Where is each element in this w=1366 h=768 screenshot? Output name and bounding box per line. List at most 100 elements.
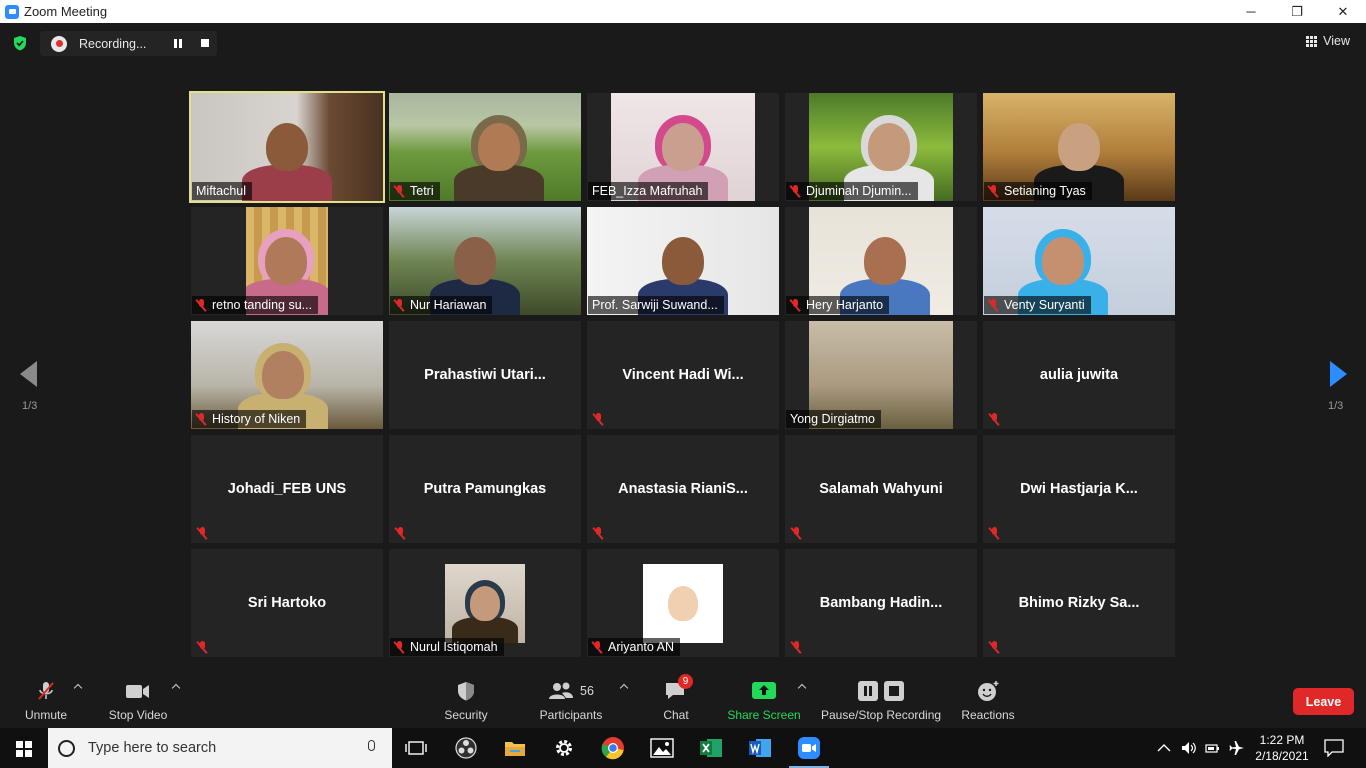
participant-tile[interactable]: Ariyanto AN: [587, 549, 779, 657]
page-indicator-right: 1/3: [1328, 400, 1344, 412]
muted-microphone-icon: [989, 413, 999, 425]
airplane-mode-icon[interactable]: [1229, 740, 1245, 756]
participant-tile[interactable]: History of Niken: [191, 321, 383, 429]
participant-tile[interactable]: Tetri: [389, 93, 581, 201]
close-button[interactable]: ✕: [1320, 0, 1366, 23]
participant-tile[interactable]: Johadi_FEB UNS: [191, 435, 383, 543]
participant-tile[interactable]: Sri Hartoko: [191, 549, 383, 657]
taskbar-time: 1:22 PM: [1259, 733, 1305, 747]
leave-button[interactable]: Leave: [1293, 688, 1354, 715]
system-tray: [1157, 728, 1245, 768]
pause-stop-recording-button[interactable]: Pause/Stop Recording: [821, 680, 941, 725]
previous-page-arrow-icon[interactable]: [20, 361, 37, 387]
voice-search-icon[interactable]: [368, 740, 375, 751]
participants-label: Participants: [539, 708, 603, 722]
taskbar-search-box[interactable]: Type here to search: [48, 728, 392, 768]
settings-gear-icon[interactable]: [552, 736, 576, 760]
participant-tile[interactable]: Anastasia RianiS...: [587, 435, 779, 543]
participants-count: 56: [580, 684, 594, 698]
participant-tile[interactable]: Yong Dirgiatmo: [785, 321, 977, 429]
word-icon[interactable]: [748, 736, 772, 760]
pause-recording-icon[interactable]: [174, 39, 182, 48]
participant-tile[interactable]: Nurul Istiqomah: [389, 549, 581, 657]
chrome-browser-icon[interactable]: [601, 736, 625, 760]
participants-icon: [549, 682, 574, 699]
audio-options-chevron-icon[interactable]: [73, 683, 83, 693]
cortana-icon: [58, 739, 75, 757]
unmute-label: Unmute: [24, 708, 68, 722]
participant-name: Putra Pamungkas: [423, 481, 547, 497]
muted-microphone-icon: [989, 527, 999, 539]
participant-name: Salamah Wahyuni: [819, 481, 943, 497]
participant-tile[interactable]: Prahastiwi Utari...: [389, 321, 581, 429]
participant-name-label: Nur Hariawan: [390, 296, 493, 314]
participant-name: Vincent Hadi Wi...: [622, 367, 744, 383]
participant-name: Miftachul: [196, 184, 247, 198]
stop-recording-icon[interactable]: [201, 39, 209, 47]
participant-tile[interactable]: Hery Harjanto: [785, 207, 977, 315]
participant-tile[interactable]: FEB_Izza Mafruhah: [587, 93, 779, 201]
participant-tile[interactable]: Setianing Tyas: [983, 93, 1175, 201]
show-hidden-icons-chevron-icon[interactable]: [1157, 743, 1171, 753]
participant-tile[interactable]: Salamah Wahyuni: [785, 435, 977, 543]
participant-name-label: retno tanding su...: [192, 296, 319, 314]
unmute-button[interactable]: Unmute: [22, 680, 70, 725]
participant-tile[interactable]: Miftachul: [189, 91, 385, 203]
minimize-button[interactable]: ─: [1228, 0, 1274, 23]
muted-microphone-icon: [592, 641, 602, 653]
participant-tile[interactable]: Bhimo Rizky Sa...: [983, 549, 1175, 657]
participant-tile[interactable]: Nur Hariawan: [389, 207, 581, 315]
muted-microphone-icon: [790, 299, 800, 311]
volume-icon[interactable]: [1181, 741, 1197, 755]
zoom-taskbar-icon[interactable]: [789, 736, 829, 768]
task-view-icon[interactable]: [404, 736, 428, 760]
grid-view-icon: [1306, 35, 1318, 47]
share-screen-icon: [752, 682, 776, 699]
windows-start-icon[interactable]: [16, 741, 32, 757]
security-button[interactable]: Security: [443, 680, 489, 725]
muted-microphone-icon: [790, 185, 800, 197]
file-explorer-icon[interactable]: [503, 736, 527, 760]
encryption-shield-icon[interactable]: [12, 35, 28, 51]
chat-label: Chat: [663, 708, 689, 722]
stop-video-button[interactable]: Stop Video: [107, 680, 169, 725]
muted-microphone-icon: [395, 527, 405, 539]
participant-tile[interactable]: Vincent Hadi Wi...: [587, 321, 779, 429]
participant-tile[interactable]: retno tanding su...: [191, 207, 383, 315]
reactions-button[interactable]: Reactions: [961, 680, 1015, 725]
share-options-chevron-icon[interactable]: [797, 683, 807, 693]
notifications-icon[interactable]: [1322, 736, 1346, 760]
participant-tile[interactable]: Putra Pamungkas: [389, 435, 581, 543]
restore-button[interactable]: ❐: [1274, 0, 1320, 23]
chat-button[interactable]: 9 Chat: [660, 674, 693, 725]
participant-tile[interactable]: Bambang Hadin...: [785, 549, 977, 657]
window-title: Zoom Meeting: [24, 4, 108, 19]
participant-tile[interactable]: Dwi Hastjarja K...: [983, 435, 1175, 543]
excel-icon[interactable]: [699, 736, 723, 760]
profile-photo: [445, 564, 525, 643]
taskbar-clock[interactable]: 1:22 PM 2/18/2021: [1254, 732, 1310, 764]
security-label: Security: [444, 708, 488, 722]
view-button[interactable]: View: [1306, 34, 1350, 48]
participant-tile[interactable]: Venty Suryanti: [983, 207, 1175, 315]
power-plug-icon[interactable]: [1205, 742, 1221, 754]
recording-indicator: Recording...: [40, 31, 217, 56]
photos-app-icon[interactable]: [650, 736, 674, 760]
participant-tile[interactable]: aulia juwita: [983, 321, 1175, 429]
participant-tile[interactable]: Djuminah Djumin...: [785, 93, 977, 201]
next-page-arrow-icon[interactable]: [1330, 361, 1347, 387]
security-shield-icon: [458, 682, 474, 701]
profile-photo: [643, 564, 723, 643]
participant-tile[interactable]: Prof. Sarwiji Suwand...: [587, 207, 779, 315]
share-screen-button[interactable]: Share Screen: [727, 680, 801, 725]
participant-name-label: Nurul Istiqomah: [390, 638, 504, 656]
participant-name-label: Miftachul: [192, 182, 253, 200]
participants-options-chevron-icon[interactable]: [619, 683, 629, 693]
obs-studio-icon[interactable]: [454, 736, 478, 760]
participant-name-label: Yong Dirgiatmo: [786, 410, 882, 428]
muted-microphone-icon: [196, 299, 206, 311]
participants-button[interactable]: 56 Participants: [538, 680, 604, 725]
participant-name: FEB_Izza Mafruhah: [592, 184, 703, 198]
video-options-chevron-icon[interactable]: [171, 683, 181, 693]
muted-microphone-icon: [394, 641, 404, 653]
